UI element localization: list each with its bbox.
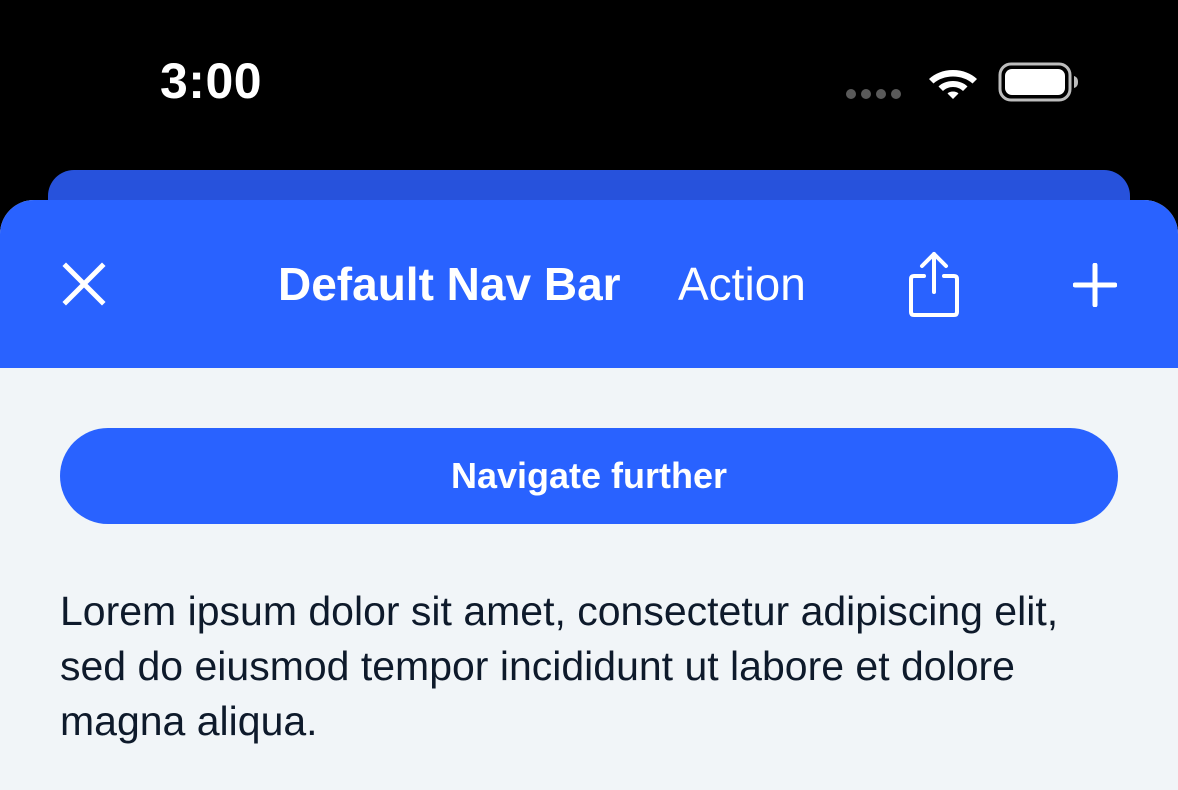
body-text: Lorem ipsum dolor sit amet, consectetur …	[60, 588, 1059, 744]
nav-title: Default Nav Bar	[278, 258, 621, 310]
wifi-icon	[929, 70, 977, 99]
battery-icon	[998, 62, 1078, 102]
navigate-further-button[interactable]: Navigate further	[60, 428, 1118, 524]
status-time: 3:00	[160, 53, 263, 109]
share-button[interactable]	[896, 244, 972, 324]
status-bar: 3:00	[0, 0, 1178, 170]
modal-sheet: Default Nav Bar Action Navigate further …	[0, 200, 1178, 790]
signal-dots-icon	[846, 89, 901, 99]
nav-action-button[interactable]: Action	[678, 252, 806, 316]
nav-bar: Default Nav Bar Action	[0, 200, 1178, 368]
plus-icon	[1073, 263, 1117, 307]
close-button[interactable]	[56, 256, 112, 312]
close-icon	[62, 262, 106, 306]
add-button[interactable]	[1066, 256, 1124, 314]
share-icon	[909, 252, 959, 317]
